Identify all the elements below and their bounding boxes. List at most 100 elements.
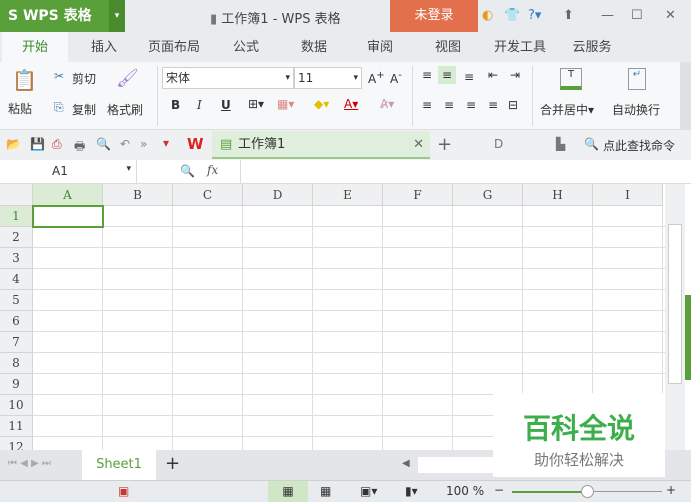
tab-developer[interactable]: 开发工具 xyxy=(488,32,552,62)
column-header[interactable]: G xyxy=(453,184,523,206)
align-left-icon[interactable]: ≡ xyxy=(422,98,432,112)
reading-mode-button[interactable]: ▮▾ xyxy=(405,484,418,498)
select-all-corner[interactable] xyxy=(0,184,33,206)
page-break-view-button[interactable]: ▦ xyxy=(320,484,331,498)
tab-formula[interactable]: 公式 xyxy=(224,32,268,62)
sheet-tab-sheet1[interactable]: Sheet1 xyxy=(82,450,156,480)
paste-button[interactable]: 粘贴 xyxy=(8,100,32,117)
wrap-text-button[interactable]: 自动换行 xyxy=(612,101,660,118)
align-top-icon[interactable]: ≡ xyxy=(422,68,432,82)
align-middle-icon[interactable]: ≡ xyxy=(438,66,457,84)
vertical-scrollbar[interactable] xyxy=(665,184,685,450)
row-header[interactable]: 9 xyxy=(0,374,33,395)
zoom-slider-thumb[interactable] xyxy=(581,485,594,498)
row-header[interactable]: 12 xyxy=(0,437,33,450)
column-header[interactable]: E xyxy=(313,184,383,206)
row-header[interactable]: 2 xyxy=(0,227,33,248)
restore-ribbon-icon[interactable]: ⬆ xyxy=(563,8,574,23)
justify-icon[interactable]: ≡ xyxy=(488,98,498,112)
font-color-icon[interactable]: A▾ xyxy=(344,97,358,111)
underline-button[interactable]: U xyxy=(221,98,231,112)
align-bottom-icon[interactable]: ≡ xyxy=(464,70,474,84)
skin-icon[interactable]: ◐ xyxy=(482,8,493,23)
scroll-thumb[interactable] xyxy=(668,224,682,384)
italic-button[interactable]: I xyxy=(197,98,202,112)
format-painter-button[interactable]: 格式刷 xyxy=(107,101,143,118)
command-search[interactable]: 点此查找命令 xyxy=(603,137,675,154)
undo-icon[interactable]: ↶ xyxy=(120,137,130,151)
formula-input[interactable] xyxy=(240,160,691,183)
active-cell-a1[interactable] xyxy=(32,205,104,228)
ribbon-scroll-right[interactable] xyxy=(680,62,691,130)
tab-insert[interactable]: 插入 xyxy=(82,32,126,62)
tab-page-layout[interactable]: 页面布局 xyxy=(142,32,206,62)
row-header[interactable]: 8 xyxy=(0,353,33,374)
save-icon[interactable]: 💾 xyxy=(30,137,45,151)
document-tab[interactable]: ▤ 工作簿1 ✕ xyxy=(212,131,430,159)
page-layout-view-button[interactable]: ▣▾ xyxy=(360,484,377,498)
column-header[interactable]: F xyxy=(383,184,453,206)
clear-format-icon[interactable]: A̷▾ xyxy=(380,97,394,111)
increase-indent-icon[interactable]: ⇥ xyxy=(510,68,520,82)
row-header[interactable]: 11 xyxy=(0,416,33,437)
decrease-font-icon[interactable]: A- xyxy=(390,70,402,86)
row-header[interactable]: 1 xyxy=(0,206,33,227)
fill-color-icon[interactable]: ◆▾ xyxy=(314,97,329,111)
column-header[interactable]: C xyxy=(173,184,243,206)
column-header[interactable]: H xyxy=(523,184,593,206)
insert-function-button[interactable]: fx xyxy=(207,163,218,177)
zoom-slider[interactable] xyxy=(512,485,662,498)
merge-center-button[interactable]: 合并居中▾ xyxy=(540,101,594,118)
wps-home-icon[interactable]: W xyxy=(187,135,204,153)
tab-cloud[interactable]: 云服务 xyxy=(566,32,618,62)
side-panel-toggle[interactable] xyxy=(685,295,691,380)
print-icon[interactable]: 🖶 xyxy=(74,137,85,158)
scroll-left-icon[interactable]: ◀ xyxy=(402,458,410,469)
align-right-icon[interactable]: ≡ xyxy=(466,98,476,112)
login-button[interactable]: 未登录 xyxy=(390,0,478,32)
horizontal-scrollbar[interactable] xyxy=(418,457,498,473)
bookmark-icon[interactable]: ▙ xyxy=(556,137,565,151)
bold-button[interactable]: B xyxy=(171,98,180,112)
font-name-select[interactable]: 宋体 ▾ xyxy=(162,67,294,89)
increase-font-icon[interactable]: A+ xyxy=(368,70,385,86)
shirt-icon[interactable]: 👕 xyxy=(504,8,520,23)
sheet-nav-arrows[interactable]: ⏮ ◀ ▶ ⏭ xyxy=(8,458,51,469)
column-header[interactable]: D xyxy=(243,184,313,206)
new-tab-button[interactable]: + xyxy=(437,134,452,155)
align-center-icon[interactable]: ≡ xyxy=(444,98,454,112)
close-tab-icon[interactable]: ✕ xyxy=(413,131,424,159)
add-sheet-button[interactable]: + xyxy=(165,453,180,474)
maximize-button[interactable]: ☐ xyxy=(631,8,643,23)
paste-icon[interactable]: 📋 xyxy=(12,68,37,92)
zoom-out-button[interactable]: − xyxy=(494,483,504,497)
normal-view-button[interactable]: ▦ xyxy=(268,481,308,502)
d-icon[interactable]: D xyxy=(494,137,503,151)
app-menu-button[interactable]: S WPS 表格 ▾ xyxy=(0,0,125,32)
copy-button[interactable]: 复制 xyxy=(72,101,96,118)
close-button[interactable]: ✕ xyxy=(665,8,676,23)
name-box[interactable]: A1 ▾ xyxy=(0,160,137,183)
cut-button[interactable]: 剪切 xyxy=(72,70,96,87)
chevron-down-icon[interactable]: ▾ xyxy=(109,0,125,32)
row-header[interactable]: 6 xyxy=(0,311,33,332)
print-preview-icon[interactable]: 🔍 xyxy=(96,137,111,151)
row-header[interactable]: 4 xyxy=(0,269,33,290)
zoom-in-button[interactable]: + xyxy=(666,483,676,497)
help-icon[interactable]: ?▾ xyxy=(528,8,541,23)
tab-home[interactable]: 开始 xyxy=(2,32,68,62)
zoom-formula-icon[interactable]: 🔍 xyxy=(180,164,195,178)
export-pdf-icon[interactable]: ⎙ xyxy=(52,137,62,152)
customize-icon[interactable]: ▾ xyxy=(163,136,169,150)
tab-view[interactable]: 视图 xyxy=(426,32,470,62)
more-icon[interactable]: » xyxy=(140,137,147,151)
row-header[interactable]: 10 xyxy=(0,395,33,416)
open-icon[interactable]: 📂 xyxy=(6,137,21,151)
cell-style-icon[interactable]: ▦▾ xyxy=(277,97,294,111)
column-header[interactable]: B xyxy=(103,184,173,206)
row-header[interactable]: 7 xyxy=(0,332,33,353)
distribute-icon[interactable]: ⊟ xyxy=(508,98,518,112)
minimize-button[interactable]: — xyxy=(601,8,614,23)
zoom-level[interactable]: 100 % xyxy=(446,484,484,498)
tab-review[interactable]: 审阅 xyxy=(358,32,402,62)
